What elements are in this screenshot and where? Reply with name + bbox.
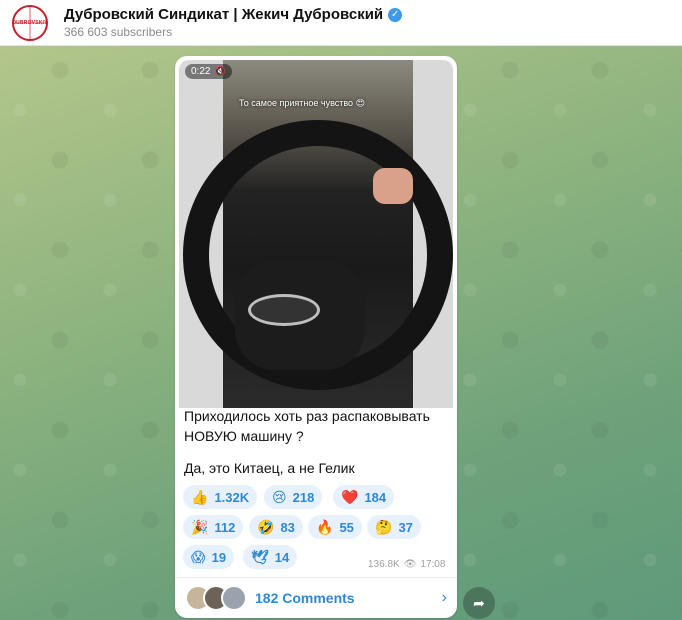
reaction-count: 14 [274,549,290,565]
channel-name: Дубровский Синдикат | Жекич Дубровский [64,6,384,23]
reaction-count: 55 [339,519,354,535]
reaction-count: 37 [398,519,413,535]
post-time: 17:08 [420,559,446,570]
comments-label: 182 Comments [255,590,355,606]
verified-check-icon: ✓ [388,7,403,22]
post-text: Приходилось хоть раз распаковывать НОВУЮ… [184,406,448,490]
hand-image [373,168,413,204]
reaction-count: 218 [292,489,315,505]
thumbs-up-icon: 👍 [191,488,209,505]
reaction-rofl[interactable]: 🤣 83 [249,515,303,539]
screaming-face-icon: 😱 [191,548,206,565]
view-count: 136.8K [368,559,400,570]
channel-info[interactable]: Дубровский Синдикат | Жекич Дубровский ✓… [64,6,403,39]
muted-speaker-icon[interactable]: 🔇 [214,66,225,77]
reaction-count: 1.32K [214,489,250,505]
post-text-line: Приходилось хоть раз распаковывать НОВУЮ… [184,408,430,444]
comments-button[interactable]: 182 Comments › [175,577,457,618]
video-caption: То самое приятное чувство 😍 [239,98,365,108]
logo-text: DUBROVSKIY [12,19,48,26]
thinking-face-icon: 🤔 [375,518,393,535]
heart-icon: ❤️ [341,488,359,505]
reaction-dove[interactable]: 🕊 14 [243,545,298,569]
reaction-count: 184 [364,489,387,505]
chevron-right-icon: › [441,589,447,606]
reaction-crying[interactable]: 😢 218 [264,485,323,509]
reaction-count: 112 [214,519,236,535]
crying-face-icon: 😢 [272,488,287,505]
video-duration: 0:22 [191,66,211,77]
reaction-thinking[interactable]: 🤔 37 [367,515,421,539]
share-arrow-icon: ➦ [473,594,485,611]
eye-icon: 👁 [403,559,417,570]
fire-icon: 🔥 [316,518,334,535]
reaction-thumbs-up[interactable]: 👍 1.32K [183,485,258,509]
reaction-party[interactable]: 🎉 112 [183,515,244,539]
car-badge-image [248,294,320,326]
reaction-heart[interactable]: ❤️ 184 [333,485,395,509]
dove-icon: 🕊 [251,548,269,565]
post-meta: 136.8K 👁 17:08 [368,559,445,570]
avatar [221,585,247,611]
commenter-avatars [185,585,247,611]
channel-post[interactable]: То самое приятное чувство 😍 0:22 🔇 Прихо… [175,56,457,618]
video-duration-badge[interactable]: 0:22 🔇 [185,64,232,79]
channel-header[interactable]: DUBROVSKIY Дубровский Синдикат | Жекич Д… [0,0,682,46]
reaction-fire[interactable]: 🔥 55 [308,515,362,539]
party-popper-icon: 🎉 [191,518,209,535]
reaction-scream[interactable]: 😱 19 [183,545,235,569]
post-text-line: Да, это Китаец, а не Гелик [184,460,355,476]
rofl-face-icon: 🤣 [257,518,275,535]
video-player[interactable]: То самое приятное чувство 😍 0:22 🔇 [179,60,453,408]
share-button[interactable]: ➦ [463,587,495,619]
reaction-count: 83 [280,519,295,535]
subscriber-count: 366 603 subscribers [64,25,173,39]
channel-title: Дубровский Синдикат | Жекич Дубровский ✓ [64,6,403,23]
video-frame: То самое приятное чувство 😍 [183,60,453,408]
channel-avatar[interactable]: DUBROVSKIY [12,4,48,41]
reaction-count: 19 [211,549,227,565]
